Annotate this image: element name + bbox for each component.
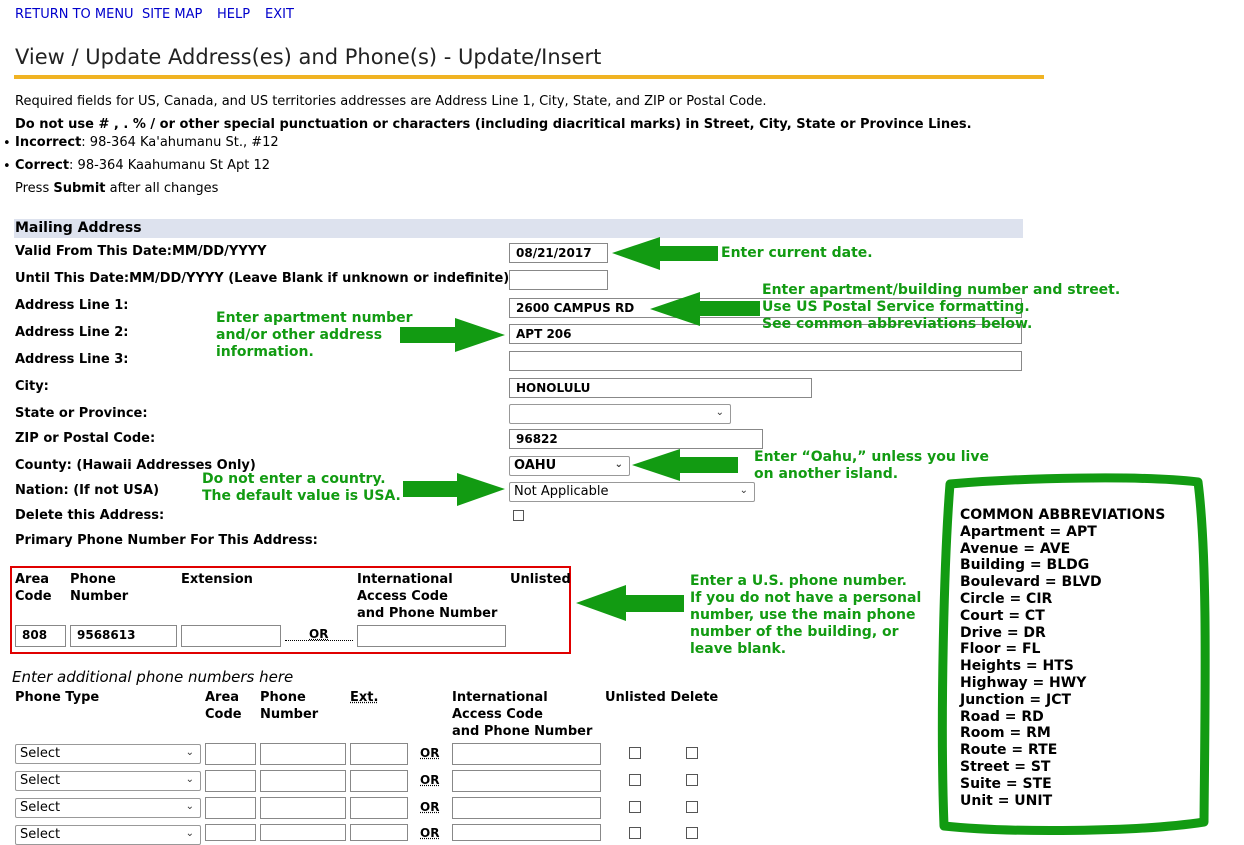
abbreviation-item: Room = RM <box>960 725 1051 742</box>
abbreviation-item: Drive = DR <box>960 624 1046 641</box>
abbreviation-item: Apartment = APT <box>960 523 1097 540</box>
common-abbreviations: COMMON ABBREVIATIONS Apartment = APT Ave… <box>960 507 1165 809</box>
abbreviation-item: Highway = HWY <box>960 674 1087 691</box>
abbreviation-item: Junction = JCT <box>960 691 1072 708</box>
abbreviation-item: Circle = CIR <box>960 590 1053 607</box>
arrow-left-icon <box>632 449 738 481</box>
arrow-left-icon <box>612 237 718 270</box>
abbreviation-item: Road = RD <box>960 708 1044 725</box>
abbreviation-item: Street = ST <box>960 758 1051 775</box>
abbreviation-item: Court = CT <box>960 607 1045 624</box>
abbreviations-title: COMMON ABBREVIATIONS <box>960 507 1166 523</box>
abbreviation-item: Heights = HTS <box>960 658 1074 675</box>
abbreviation-item: Route = RTE <box>960 742 1058 759</box>
arrow-left-icon <box>650 292 760 326</box>
arrow-right-icon <box>403 473 505 506</box>
abbreviation-item: Floor = FL <box>960 641 1041 658</box>
abbreviation-item: Boulevard = BLVD <box>960 574 1102 591</box>
arrow-left-icon <box>576 585 684 621</box>
abbreviation-item: Suite = STE <box>960 775 1052 792</box>
abbreviation-item: Avenue = AVE <box>960 540 1071 557</box>
abbreviation-item: Unit = UNIT <box>960 792 1053 809</box>
abbreviation-item: Building = BLDG <box>960 557 1090 574</box>
arrow-right-icon <box>400 318 505 352</box>
